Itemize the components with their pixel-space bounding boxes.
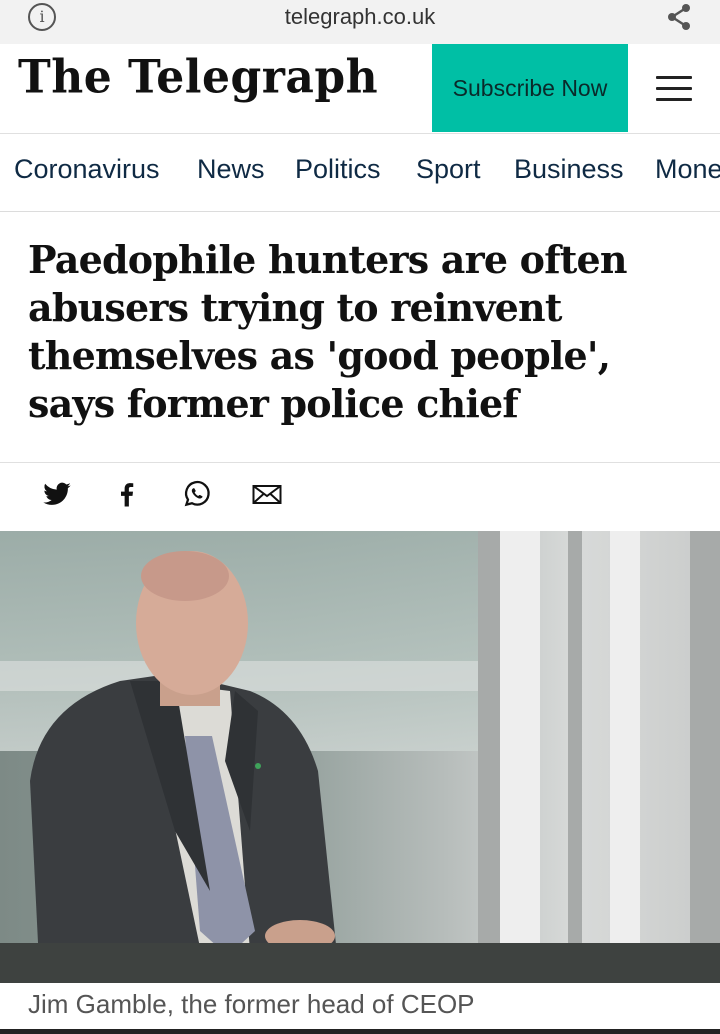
nav-item-coronavirus[interactable]: Coronavirus bbox=[14, 154, 160, 185]
image-caption: Jim Gamble, the former head of CEOP bbox=[28, 989, 475, 1019]
man-in-suit-figure bbox=[30, 551, 340, 983]
bottom-edge bbox=[0, 1029, 720, 1034]
hamburger-menu-icon[interactable] bbox=[656, 76, 692, 102]
browser-url-bar: i telegraph.co.uk bbox=[0, 0, 720, 44]
image-caption-bar: Jim Gamble, the former head of CEOP bbox=[0, 983, 720, 1029]
share-icon[interactable] bbox=[664, 2, 694, 32]
email-icon[interactable] bbox=[252, 479, 282, 509]
nav-item-sport[interactable]: Sport bbox=[416, 154, 481, 185]
nav-item-news[interactable]: News bbox=[197, 154, 265, 185]
facebook-icon[interactable] bbox=[112, 479, 142, 509]
subscribe-button[interactable]: Subscribe Now bbox=[432, 44, 628, 132]
table-surface bbox=[0, 943, 720, 983]
nav-item-politics[interactable]: Politics bbox=[295, 154, 381, 185]
telegraph-logo[interactable]: The Telegraph bbox=[18, 51, 378, 105]
share-bar bbox=[0, 462, 720, 530]
twitter-icon[interactable] bbox=[42, 479, 72, 509]
whatsapp-icon[interactable] bbox=[182, 479, 212, 509]
url-text[interactable]: telegraph.co.uk bbox=[0, 4, 720, 30]
section-nav: Coronavirus News Politics Sport Business… bbox=[0, 134, 720, 212]
masthead: The Telegraph Subscribe Now bbox=[0, 44, 720, 134]
article-headline: Paedophile hunters are often abusers try… bbox=[28, 237, 628, 426]
nav-item-business[interactable]: Business bbox=[514, 154, 624, 185]
article-hero-image bbox=[0, 531, 720, 983]
nav-item-money[interactable]: Mone bbox=[655, 154, 720, 185]
